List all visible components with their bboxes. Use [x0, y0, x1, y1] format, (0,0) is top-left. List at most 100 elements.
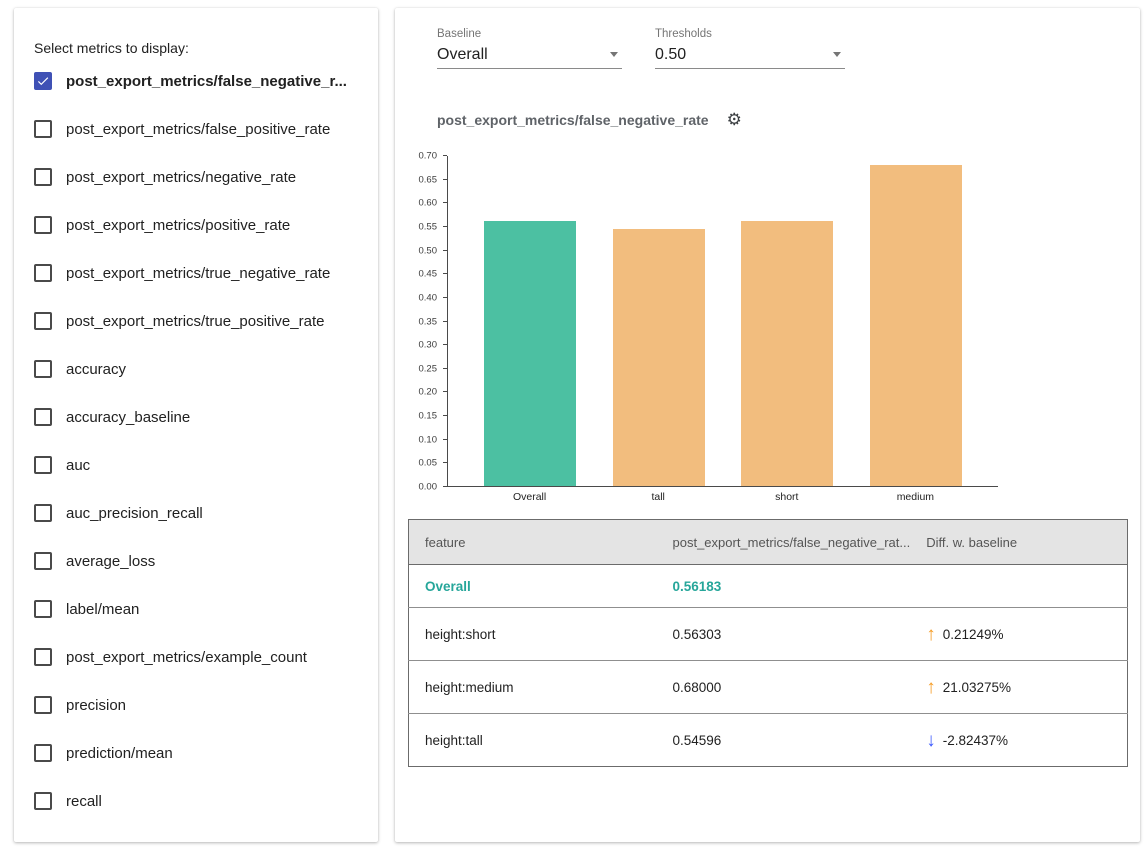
table-header-row: feature post_export_metrics/false_negati… — [409, 520, 1128, 565]
metric-selector-panel: Select metrics to display: post_export_m… — [14, 8, 378, 842]
feature-cell: height:short — [409, 608, 657, 661]
feature-cell: height:medium — [409, 661, 657, 714]
diff-cell: ↑ 21.03275% — [910, 661, 1127, 714]
metric-label: post_export_metrics/false_negative_r... — [66, 73, 347, 90]
bar-tall[interactable] — [613, 229, 705, 486]
checkbox-unchecked[interactable] — [34, 120, 52, 138]
value-cell: 0.54596 — [657, 714, 911, 767]
chart-title: post_export_metrics/false_negative_rate — [437, 112, 709, 128]
settings-gear-icon[interactable]: ⚙ — [727, 111, 742, 128]
metric-item[interactable]: post_export_metrics/example_count — [34, 633, 372, 681]
results-panel: Baseline Overall Thresholds 0.50 post_ex… — [395, 8, 1140, 842]
table-row: height:medium0.68000↑21.03275% — [409, 661, 1128, 714]
metric-item[interactable]: label/mean — [34, 585, 372, 633]
checkbox-unchecked[interactable] — [34, 312, 52, 330]
metric-label: accuracy_baseline — [66, 409, 190, 426]
diff-text: 21.03275% — [943, 680, 1011, 695]
y-tick-label: 0.25 — [419, 363, 438, 374]
feature-cell: height:tall — [409, 714, 657, 767]
checkbox-unchecked[interactable] — [34, 264, 52, 282]
metric-item[interactable]: post_export_metrics/true_negative_rate — [34, 249, 372, 297]
header-metric-value: post_export_metrics/false_negative_rat..… — [657, 520, 911, 565]
x-tick-label: short — [741, 491, 833, 503]
metric-item[interactable]: auc_precision_recall — [34, 489, 372, 537]
x-tick-label: tall — [612, 491, 704, 503]
metric-item[interactable]: prediction/mean — [34, 729, 372, 777]
y-tick-label: 0.55 — [419, 221, 438, 232]
y-tick-label: 0.45 — [419, 269, 438, 280]
metric-label: post_export_metrics/false_positive_rate — [66, 121, 330, 138]
metric-item[interactable]: post_export_metrics/positive_rate — [34, 201, 372, 249]
checkbox-unchecked[interactable] — [34, 648, 52, 666]
metric-item[interactable]: post_export_metrics/true_positive_rate — [34, 297, 372, 345]
baseline-select-value: Overall — [437, 46, 488, 64]
metric-item[interactable]: auc — [34, 441, 372, 489]
metric-item[interactable]: accuracy_baseline — [34, 393, 372, 441]
checkbox-unchecked[interactable] — [34, 168, 52, 186]
metric-label: label/mean — [66, 601, 139, 618]
metric-item[interactable]: accuracy — [34, 345, 372, 393]
arrow-drop-down-icon[interactable] — [610, 52, 618, 57]
y-tick-label: 0.60 — [419, 198, 438, 209]
metric-selector-title: Select metrics to display: — [34, 40, 189, 56]
controls-row: Baseline Overall Thresholds 0.50 — [437, 28, 845, 69]
checkbox-checked[interactable] — [34, 72, 52, 90]
baseline-select[interactable]: Baseline Overall — [437, 28, 622, 69]
metric-item[interactable]: precision — [34, 681, 372, 729]
y-tick-label: 0.65 — [419, 174, 438, 185]
thresholds-select[interactable]: Thresholds 0.50 — [655, 28, 845, 69]
diff-cell: ↓-2.82437% — [910, 714, 1127, 767]
table-row: height:short0.56303↑0.21249% — [409, 608, 1128, 661]
y-tick-label: 0.15 — [419, 411, 438, 422]
metric-label: prediction/mean — [66, 745, 173, 762]
value-cell: 0.56183 — [657, 565, 911, 608]
metrics-table-body: Overall0.56183height:short0.56303↑0.2124… — [409, 565, 1128, 767]
checkbox-unchecked[interactable] — [34, 600, 52, 618]
metric-item[interactable]: post_export_metrics/false_positive_rate — [34, 105, 372, 153]
y-tick-label: 0.20 — [419, 387, 438, 398]
arrow-drop-down-icon[interactable] — [833, 52, 841, 57]
y-tick-label: 0.05 — [419, 458, 438, 469]
checkbox-unchecked[interactable] — [34, 456, 52, 474]
bar-medium[interactable] — [870, 165, 962, 486]
metric-label: accuracy — [66, 361, 126, 378]
diff-text: 0.21249% — [943, 627, 1004, 642]
thresholds-select-value-row[interactable]: 0.50 — [655, 43, 845, 69]
checkbox-unchecked[interactable] — [34, 696, 52, 714]
metrics-table-header: feature post_export_metrics/false_negati… — [409, 520, 1128, 565]
x-tick-label: medium — [869, 491, 961, 503]
metric-item[interactable]: post_export_metrics/negative_rate — [34, 153, 372, 201]
metric-item[interactable]: recall — [34, 777, 372, 825]
metric-label: precision — [66, 697, 126, 714]
checkbox-unchecked[interactable] — [34, 792, 52, 810]
checkbox-unchecked[interactable] — [34, 408, 52, 426]
baseline-select-label: Baseline — [437, 28, 622, 43]
metric-label: average_loss — [66, 553, 155, 570]
bar-overall[interactable] — [484, 221, 576, 486]
y-tick-label: 0.70 — [419, 151, 438, 162]
metric-item[interactable]: post_export_metrics/false_negative_r... — [34, 57, 372, 105]
metric-label: post_export_metrics/positive_rate — [66, 217, 290, 234]
feature-cell: Overall — [409, 565, 657, 608]
check-icon — [36, 74, 50, 88]
y-tick-label: 0.40 — [419, 292, 438, 303]
checkbox-unchecked[interactable] — [34, 360, 52, 378]
checkbox-unchecked[interactable] — [34, 504, 52, 522]
metric-label: post_export_metrics/true_positive_rate — [66, 313, 324, 330]
bar-short[interactable] — [741, 221, 833, 486]
metric-label: post_export_metrics/example_count — [66, 649, 307, 666]
value-cell: 0.56303 — [657, 608, 911, 661]
baseline-select-value-row[interactable]: Overall — [437, 43, 622, 69]
y-tick-label: 0.50 — [419, 245, 438, 256]
checkbox-unchecked[interactable] — [34, 216, 52, 234]
plot-area — [447, 156, 998, 487]
arrow-down-icon: ↓ — [926, 731, 936, 750]
metric-label: auc — [66, 457, 90, 474]
checkbox-unchecked[interactable] — [34, 552, 52, 570]
table-row: Overall0.56183 — [409, 565, 1128, 608]
y-tick-label: 0.00 — [419, 482, 438, 493]
arrow-up-icon: ↑ — [926, 678, 936, 697]
metric-item[interactable]: average_loss — [34, 537, 372, 585]
chart-header: post_export_metrics/false_negative_rate … — [437, 111, 742, 128]
checkbox-unchecked[interactable] — [34, 744, 52, 762]
